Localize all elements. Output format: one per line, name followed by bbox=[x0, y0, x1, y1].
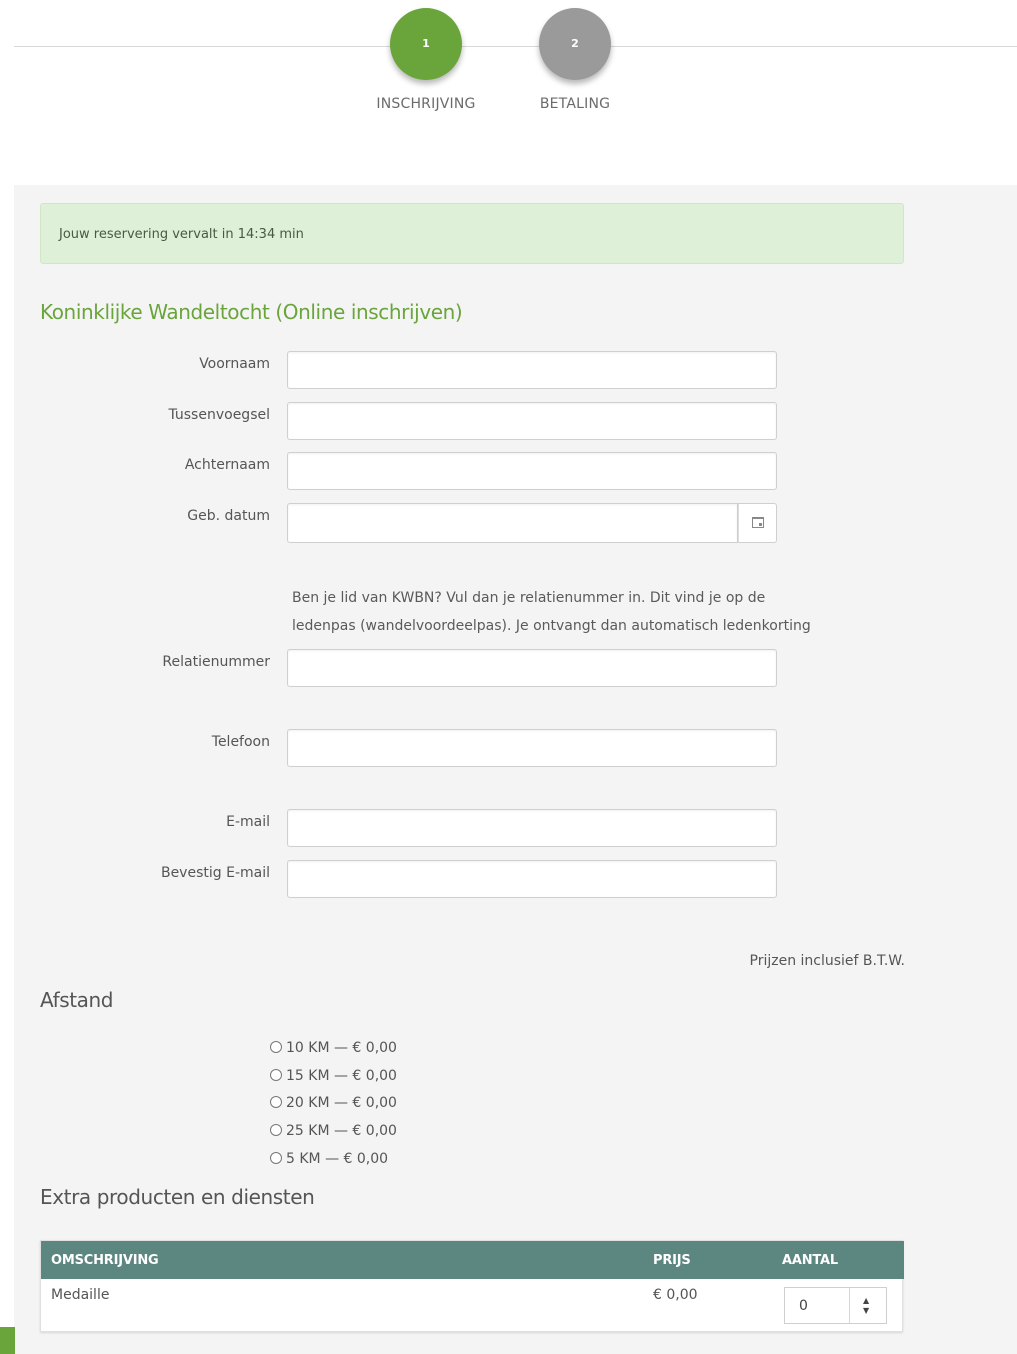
radio-button[interactable] bbox=[270, 1152, 282, 1164]
distance-option-15km[interactable]: 15 KM — € 0,00 bbox=[270, 1066, 397, 1086]
phone-input[interactable] bbox=[287, 729, 777, 767]
distance-option-20km[interactable]: 20 KM — € 0,00 bbox=[270, 1093, 397, 1113]
phone-label: Telefoon bbox=[211, 734, 270, 750]
confirm-email-label: Bevestig E-mail bbox=[160, 865, 270, 881]
radio-button[interactable] bbox=[270, 1069, 282, 1081]
distance-option-label: 10 KM — € 0,00 bbox=[286, 1040, 397, 1056]
column-header-price: PRIJS bbox=[653, 1253, 691, 1268]
quantity-spin-buttons[interactable]: ▲ ▼ bbox=[849, 1288, 887, 1323]
relation-number-input[interactable] bbox=[287, 649, 777, 687]
progress-stepper: 1 2 INSCHRIJVING BETALING bbox=[0, 0, 1017, 150]
last-name-input[interactable] bbox=[287, 452, 777, 490]
extras-title: Extra producten en diensten bbox=[40, 1185, 315, 1209]
distance-title: Afstand bbox=[40, 988, 114, 1012]
step-2-circle: 2 bbox=[539, 8, 611, 80]
stepper-line bbox=[14, 46, 1017, 47]
increment-arrow-icon[interactable]: ▲ bbox=[863, 1297, 869, 1305]
relation-number-label: Relatienummer bbox=[162, 654, 270, 670]
infix-input[interactable] bbox=[287, 402, 777, 440]
kwbn-info-text: Ben je lid van KWBN? Vul dan je relatien… bbox=[292, 590, 811, 634]
step-1-label: INSCHRIJVING bbox=[376, 96, 476, 112]
date-picker-button[interactable] bbox=[738, 503, 777, 543]
infix-label: Tussenvoegsel bbox=[168, 407, 270, 423]
table-header: OMSCHRIJVING PRIJS AANTAL bbox=[41, 1241, 904, 1279]
email-input[interactable] bbox=[287, 809, 777, 847]
row-price: € 0,00 bbox=[653, 1287, 698, 1303]
distance-option-label: 5 KM — € 0,00 bbox=[286, 1151, 389, 1167]
reservation-timer-alert: Jouw reservering vervalt in 14:34 min bbox=[40, 203, 904, 264]
quantity-stepper[interactable]: 0 ▲ ▼ bbox=[784, 1287, 887, 1324]
radio-button[interactable] bbox=[270, 1124, 282, 1136]
quantity-value[interactable]: 0 bbox=[799, 1298, 808, 1314]
last-name-label: Achternaam bbox=[184, 457, 270, 473]
distance-option-label: 25 KM — € 0,00 bbox=[286, 1123, 397, 1139]
vat-note: Prijzen inclusief B.T.W. bbox=[749, 953, 906, 969]
step-1-circle: 1 bbox=[390, 8, 462, 80]
radio-button[interactable] bbox=[270, 1096, 282, 1108]
first-name-label: Voornaam bbox=[199, 356, 270, 372]
dob-input[interactable] bbox=[287, 503, 738, 543]
distance-option-10km[interactable]: 10 KM — € 0,00 bbox=[270, 1038, 397, 1058]
dob-label: Geb. datum bbox=[187, 508, 270, 524]
calendar-icon bbox=[752, 517, 764, 528]
column-header-quantity: AANTAL bbox=[782, 1253, 839, 1268]
confirm-email-input[interactable] bbox=[287, 860, 777, 898]
row-description: Medaille bbox=[51, 1287, 110, 1303]
step-2-label: BETALING bbox=[539, 96, 611, 112]
distance-option-label: 15 KM — € 0,00 bbox=[286, 1068, 397, 1084]
distance-option-25km[interactable]: 25 KM — € 0,00 bbox=[270, 1121, 397, 1141]
extras-table: OMSCHRIJVING PRIJS AANTAL Medaille € 0,0… bbox=[40, 1240, 904, 1332]
decrement-arrow-icon[interactable]: ▼ bbox=[863, 1307, 869, 1315]
event-title: Koninklijke Wandeltocht (Online inschrij… bbox=[40, 300, 463, 324]
column-header-description: OMSCHRIJVING bbox=[51, 1253, 159, 1268]
radio-button[interactable] bbox=[270, 1041, 282, 1053]
distance-option-label: 20 KM — € 0,00 bbox=[286, 1095, 397, 1111]
distance-option-5km[interactable]: 5 KM — € 0,00 bbox=[270, 1149, 388, 1169]
email-label: E-mail bbox=[226, 814, 270, 830]
corner-accent bbox=[0, 1327, 15, 1354]
first-name-input[interactable] bbox=[287, 351, 777, 389]
